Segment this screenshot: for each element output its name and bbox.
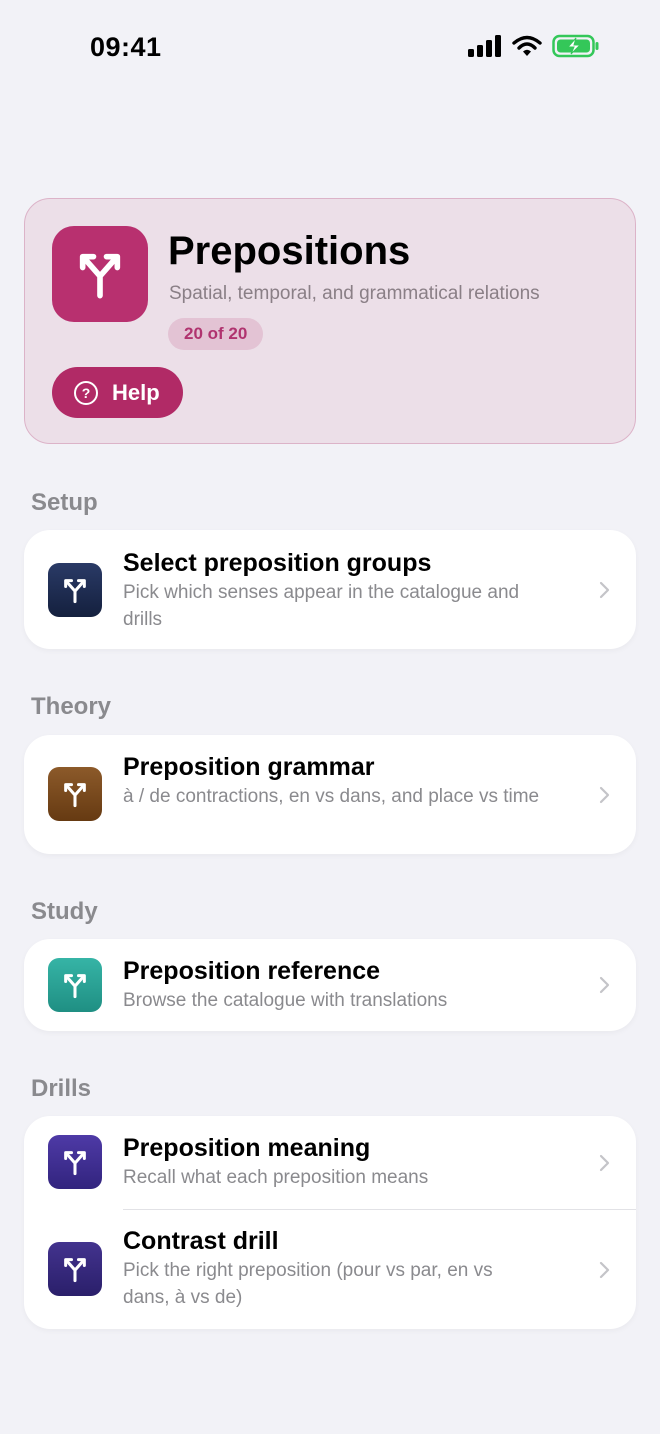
setup-card: Select preposition groups Pick which sen… (24, 530, 636, 649)
row-description: à / de contractions, en vs dans, and pla… (123, 786, 540, 807)
count-badge: 20 of 20 (168, 318, 264, 350)
fork-arrow-icon (61, 971, 89, 999)
chevron-right-icon (598, 975, 612, 995)
fork-arrow-icon (74, 248, 126, 300)
list-item-meaning[interactable]: Preposition meaning Recall what each pre… (24, 1116, 636, 1209)
battery-charging-icon (552, 34, 599, 58)
row-icon (48, 958, 102, 1012)
row-title: Preposition reference (123, 957, 381, 985)
wifi-icon (512, 35, 542, 56)
list-item-contrast[interactable]: Contrast drill Pick the right prepositio… (24, 1209, 636, 1329)
section-heading-drills: Drills (31, 1075, 92, 1102)
chevron-right-icon (598, 785, 612, 805)
study-card: Preposition reference Browse the catalog… (24, 939, 636, 1031)
drills-card: Preposition meaning Recall what each pre… (24, 1116, 636, 1329)
row-icon (48, 563, 102, 617)
chevron-right-icon (598, 580, 612, 600)
row-title: Preposition meaning (123, 1134, 371, 1162)
row-title: Preposition grammar (123, 753, 375, 781)
fork-arrow-icon (61, 1148, 89, 1176)
page-subtitle: Spatial, temporal, and grammatical relat… (169, 283, 540, 304)
status-bar: 09:41 (0, 0, 660, 96)
fork-arrow-icon (61, 576, 89, 604)
status-icons (468, 34, 600, 58)
row-description: Pick the right preposition (pour vs par,… (123, 1260, 493, 1308)
row-icon (48, 1135, 102, 1189)
page-title: Prepositions (168, 229, 411, 273)
list-item-select-groups[interactable]: Select preposition groups Pick which sen… (24, 530, 636, 649)
section-heading-study: Study (31, 898, 98, 925)
cellular-signal-icon (468, 35, 501, 57)
row-title: Select preposition groups (123, 549, 432, 577)
list-item-grammar[interactable]: Preposition grammar à / de contractions,… (24, 735, 636, 854)
help-button[interactable]: ? Help (52, 367, 183, 418)
theory-card: Preposition grammar à / de contractions,… (24, 735, 636, 854)
row-description: Pick which senses appear in the catalogu… (123, 582, 520, 630)
help-button-label: Help (112, 379, 160, 405)
module-header-card: Prepositions Spatial, temporal, and gram… (24, 198, 636, 444)
question-circle-icon: ? (74, 380, 98, 405)
row-icon (48, 1242, 102, 1296)
fork-arrow-icon (61, 780, 89, 808)
list-item-reference[interactable]: Preposition reference Browse the catalog… (24, 939, 636, 1031)
row-description: Browse the catalogue with translations (123, 990, 448, 1011)
status-time: 09:41 (90, 32, 162, 62)
section-heading-setup: Setup (31, 489, 98, 516)
row-icon (48, 767, 102, 821)
chevron-right-icon (598, 1153, 612, 1173)
row-description: Recall what each preposition means (123, 1167, 429, 1188)
chevron-right-icon (598, 1260, 612, 1280)
row-title: Contrast drill (123, 1227, 279, 1255)
section-heading-theory: Theory (31, 693, 112, 720)
module-icon (52, 226, 148, 322)
fork-arrow-icon (61, 1255, 89, 1283)
